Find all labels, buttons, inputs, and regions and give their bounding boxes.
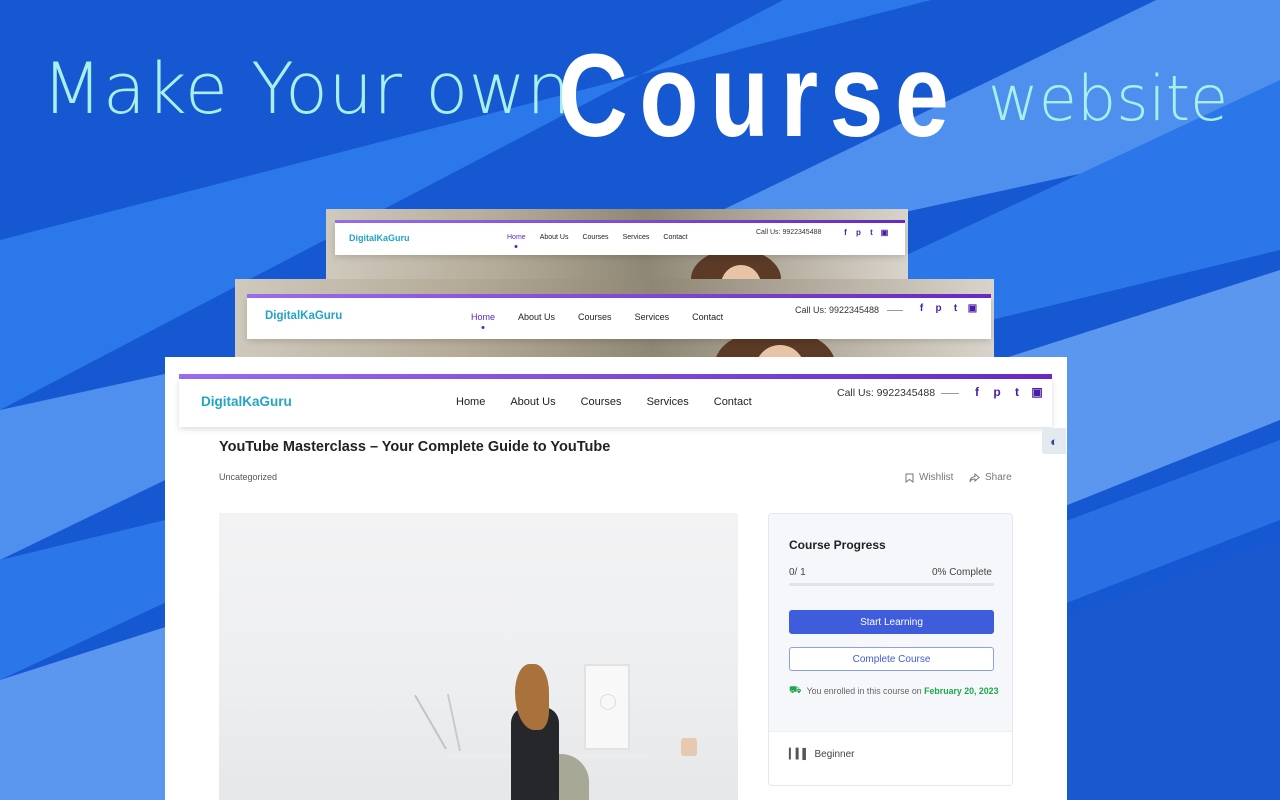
menu-item-services[interactable]: Services (635, 312, 670, 322)
menu-item-about[interactable]: About Us (518, 312, 555, 322)
menu-item-home[interactable]: Home (471, 312, 495, 322)
menu-item-contact[interactable]: Contact (663, 234, 687, 241)
call-us-text: Call Us: 9922345488 (756, 229, 822, 236)
level-label: Beginner (814, 749, 855, 760)
menu-item-courses[interactable]: Courses (578, 312, 612, 322)
youtube-icon[interactable]: ▣ (878, 228, 891, 237)
youtube-icon[interactable]: ▣ (1027, 385, 1047, 399)
youtube-icon[interactable]: ▣ (964, 303, 981, 314)
course-thumbnail (219, 513, 738, 800)
course-title: YouTube Masterclass – Your Complete Guid… (219, 439, 611, 455)
brain-icon[interactable]: ◐ (1042, 428, 1066, 454)
vase (681, 738, 697, 756)
progress-bar (789, 583, 994, 586)
social-links: f p t ▣ (913, 303, 981, 314)
progress-count: 0/ 1 (789, 567, 806, 578)
facebook-icon[interactable]: f (967, 385, 987, 399)
site-logo[interactable]: DigitalKaGuru (265, 310, 342, 322)
main-menu: Home About Us Courses Services Contact (507, 234, 702, 241)
cart-icon: ⛟ (789, 685, 802, 696)
wishlist-button[interactable]: Wishlist (905, 472, 953, 483)
complete-course-button[interactable]: Complete Course (789, 647, 994, 671)
menu-item-home[interactable]: Home (456, 396, 485, 408)
course-level: ▎▍▌ Beginner (789, 749, 855, 760)
enrolled-date: February 20, 2023 (924, 686, 999, 696)
menu-item-about[interactable]: About Us (540, 234, 569, 241)
wishlist-label: Wishlist (919, 472, 954, 483)
preview-screenshot-main: DigitalKaGuru Home About Us Courses Serv… (165, 357, 1067, 800)
headline-middle: Course (558, 30, 961, 162)
site-navbar: DigitalKaGuru Home About Us Courses Serv… (179, 379, 1052, 427)
course-level-section: ▎▍▌ Beginner (769, 731, 1012, 785)
headline: Make Your own Course website (0, 0, 1280, 190)
headline-left: Make Your own (42, 48, 572, 130)
preview-screenshot-back: DigitalKaGuru Home About Us Courses Serv… (326, 209, 908, 279)
site-navbar: DigitalKaGuru Home About Us Courses Serv… (335, 223, 905, 255)
site-logo[interactable]: DigitalKaGuru (201, 394, 292, 409)
wall-frame (584, 664, 630, 750)
facebook-icon[interactable]: f (839, 228, 852, 237)
course-category[interactable]: Uncategorized (219, 472, 277, 482)
menu-item-courses[interactable]: Courses (581, 396, 622, 408)
facebook-icon[interactable]: f (913, 303, 930, 314)
menu-item-contact[interactable]: Contact (714, 396, 752, 408)
menu-item-home[interactable]: Home (507, 234, 526, 241)
share-label: Share (985, 472, 1012, 483)
main-menu: Home About Us Courses Services Contact (471, 312, 746, 322)
social-links: f p t ▣ (839, 228, 891, 237)
enrolled-text: You enrolled in this course on (806, 686, 925, 696)
bookmark-icon (905, 473, 914, 483)
enrolled-text-wrap: You enrolled in this course on February … (807, 684, 999, 698)
menu-item-services[interactable]: Services (647, 396, 689, 408)
course-progress-card: Course Progress 0/ 1 0% Complete Start L… (768, 513, 1013, 786)
level-bars-icon: ▎▍▌ (789, 749, 809, 760)
pinterest-icon[interactable]: p (930, 303, 947, 314)
social-links: f p t ▣ (967, 385, 1047, 399)
divider-line (887, 310, 903, 311)
menu-item-contact[interactable]: Contact (692, 312, 723, 322)
start-learning-button[interactable]: Start Learning (789, 610, 994, 634)
call-us-text: Call Us: 9922345488 (837, 387, 936, 399)
share-button[interactable]: Share (969, 472, 1012, 483)
menu-item-services[interactable]: Services (623, 234, 650, 241)
headline-right: website (988, 62, 1229, 135)
divider-line (941, 393, 959, 394)
call-us-text: Call Us: 9922345488 (795, 305, 880, 315)
pinterest-icon[interactable]: p (852, 228, 865, 237)
menu-item-courses[interactable]: Courses (582, 234, 608, 241)
plant-stem (414, 694, 447, 750)
site-logo[interactable]: DigitalKaGuru (349, 233, 410, 243)
progress-percent: 0% Complete (931, 567, 992, 578)
menu-item-about[interactable]: About Us (510, 396, 555, 408)
plant-stem (446, 694, 461, 752)
share-icon (969, 472, 980, 482)
enrolled-notice: ⛟ You enrolled in this course on Februar… (789, 684, 999, 698)
twitter-icon[interactable]: t (865, 228, 878, 237)
twitter-icon[interactable]: t (1007, 385, 1027, 399)
site-navbar: DigitalKaGuru Home About Us Courses Serv… (247, 298, 991, 339)
progress-title: Course Progress (789, 538, 886, 552)
main-menu: Home About Us Courses Services Contact (456, 396, 777, 408)
twitter-icon[interactable]: t (947, 303, 964, 314)
preview-screenshot-middle: DigitalKaGuru Home About Us Courses Serv… (235, 279, 994, 357)
pinterest-icon[interactable]: p (987, 385, 1007, 399)
